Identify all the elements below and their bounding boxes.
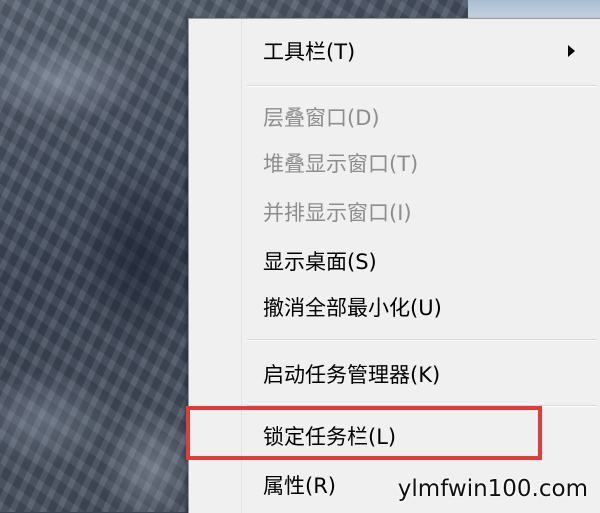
menu-item-label: 堆叠显示窗口(T)	[263, 152, 419, 176]
menu-item-side-by-side-windows: 并排显示窗口(I)	[189, 192, 600, 232]
menu-item-show-desktop[interactable]: 显示桌面(S)	[189, 241, 600, 281]
menu-item-label: 撤消全部最小化(U)	[263, 296, 442, 320]
menu-item-label: 并排显示窗口(I)	[263, 201, 412, 225]
menu-item-cascade-windows: 层叠窗口(D)	[189, 97, 600, 137]
menu-item-label: 属性(R)	[263, 474, 336, 498]
menu-item-undo-minimize-all[interactable]: 撤消全部最小化(U)	[189, 287, 600, 327]
menu-item-label: 启动任务管理器(K)	[263, 363, 441, 387]
menu-separator	[247, 339, 597, 341]
menu-item-stacked-windows: 堆叠显示窗口(T)	[189, 143, 600, 183]
menu-item-label: 显示桌面(S)	[263, 250, 377, 274]
site-watermark: ylmfwin100.com	[397, 476, 588, 502]
highlight-annotation-box	[186, 406, 542, 460]
menu-item-label: 层叠窗口(D)	[263, 106, 380, 130]
menu-separator	[247, 85, 597, 87]
menu-item-task-manager[interactable]: 启动任务管理器(K)	[189, 354, 600, 394]
menu-item-label: 工具栏(T)	[263, 40, 356, 64]
menu-item-toolbars[interactable]: 工具栏(T)	[189, 31, 600, 71]
submenu-arrow-icon	[568, 45, 575, 57]
